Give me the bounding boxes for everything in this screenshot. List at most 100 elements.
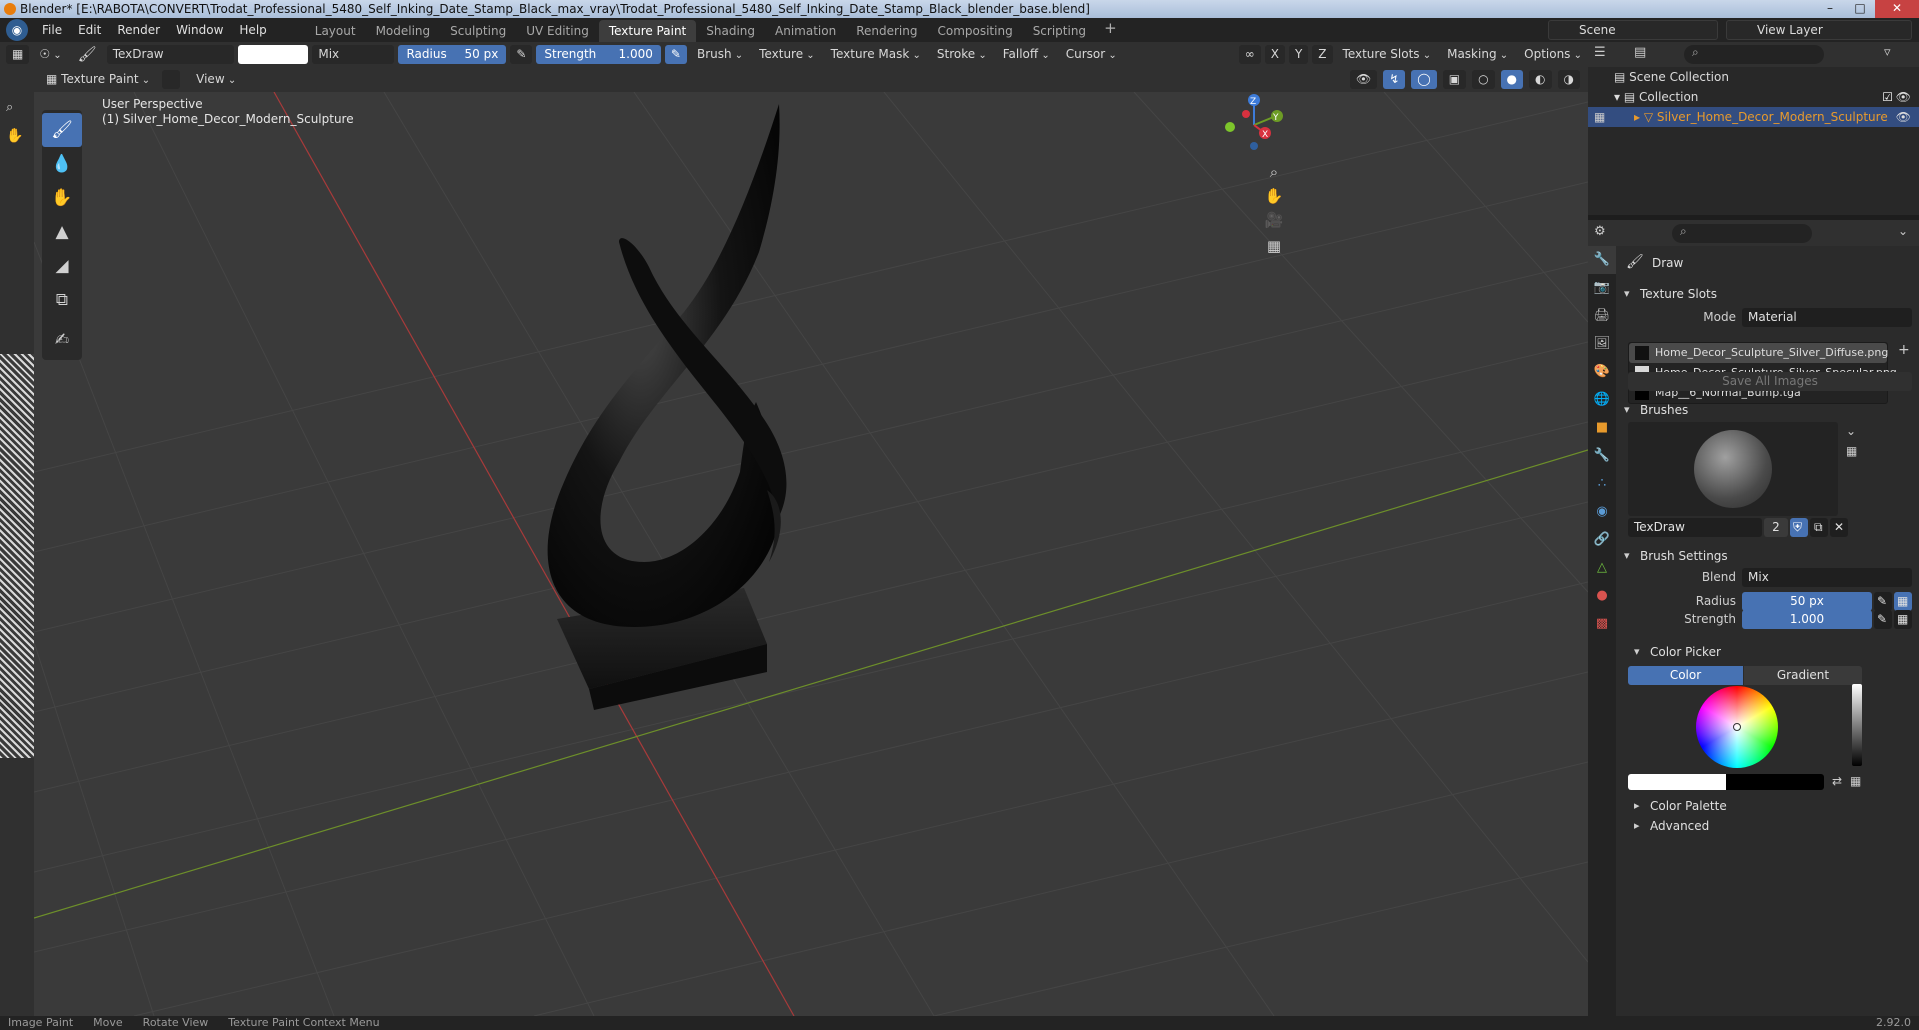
- close-button[interactable]: ✕: [1875, 0, 1919, 18]
- output-tab-icon[interactable]: 🖨: [1588, 302, 1616, 330]
- annotate-icon[interactable]: ✍: [42, 323, 82, 357]
- axis-z-toggle[interactable]: Z: [1312, 45, 1333, 64]
- masking-menu[interactable]: Masking: [1441, 45, 1514, 65]
- fill-bucket-icon[interactable]: ◢: [42, 249, 82, 283]
- cursor-menu[interactable]: Cursor: [1060, 45, 1123, 65]
- tool-options-icon[interactable]: ☉: [33, 45, 67, 65]
- visibility-icon[interactable]: 👁: [1349, 70, 1378, 89]
- properties-search-input[interactable]: [1672, 224, 1812, 243]
- hand-region-icon[interactable]: ✋: [6, 128, 23, 144]
- brush-image-icon[interactable]: ▦: [1846, 444, 1857, 458]
- secondary-color-swatch[interactable]: [1726, 774, 1824, 790]
- brush-settings-panel-header[interactable]: Brush Settings: [1616, 544, 1919, 568]
- material-tab-icon[interactable]: ●: [1588, 582, 1616, 610]
- tool-tab-icon[interactable]: 🔧: [1588, 246, 1616, 274]
- 3d-viewport[interactable]: Z Y X User Perspective (1) Silver_Home_D…: [34, 92, 1588, 1016]
- properties-editor-type-icon[interactable]: ⚙: [1594, 224, 1606, 239]
- expand-arrow-icon[interactable]: ▾: [1614, 90, 1620, 104]
- constraints-tab-icon[interactable]: 🔗: [1588, 526, 1616, 554]
- save-all-images-button[interactable]: Save All Images: [1628, 372, 1912, 391]
- menu-edit[interactable]: Edit: [70, 18, 109, 42]
- ortho-grid-icon[interactable]: ▦: [1262, 234, 1286, 258]
- radius-field[interactable]: 50 px: [1742, 592, 1872, 611]
- mode-dropdown[interactable]: Material: [1742, 308, 1912, 327]
- paint-mask-toggle[interactable]: [162, 70, 181, 89]
- scene-tab-icon[interactable]: 🎨: [1588, 358, 1616, 386]
- overlay-toggle-icon[interactable]: ◯: [1411, 70, 1437, 89]
- strength-unit-icon[interactable]: ▦: [1894, 610, 1912, 629]
- axis-x-toggle[interactable]: X: [1264, 45, 1285, 64]
- options-menu[interactable]: Options: [1518, 45, 1588, 65]
- outliner-object-row[interactable]: ▦ ▸ ▽ Silver_Home_Decor_Modern_Sculpture…: [1588, 107, 1919, 127]
- radius-unit-icon[interactable]: ▦: [1894, 592, 1912, 611]
- blend-dropdown[interactable]: Mix: [1742, 568, 1912, 587]
- filter-icon[interactable]: ▿: [1884, 45, 1891, 60]
- brush-name-field[interactable]: TexDraw: [106, 45, 234, 64]
- strength-pressure-icon[interactable]: ✎: [1874, 610, 1892, 629]
- tab-scripting[interactable]: Scripting: [1023, 20, 1096, 42]
- texture-slot-item[interactable]: Home_Decor_Sculpture_Silver_Diffuse.png: [1629, 343, 1888, 363]
- mode-dropdown[interactable]: ▦ Texture Paint: [40, 70, 156, 90]
- duplicate-brush-icon[interactable]: ⧉: [1810, 518, 1828, 537]
- tab-shading[interactable]: Shading: [696, 20, 765, 42]
- unlink-brush-icon[interactable]: ✕: [1830, 518, 1848, 537]
- color-tab[interactable]: Color: [1628, 666, 1743, 685]
- camera-view-icon[interactable]: 🎥: [1262, 208, 1286, 232]
- exclude-checkbox[interactable]: ☑: [1882, 87, 1893, 107]
- symmetry-icon[interactable]: ∞: [1238, 45, 1261, 64]
- brushes-panel-header[interactable]: Brushes: [1616, 398, 1919, 422]
- texture-menu[interactable]: Texture: [753, 45, 821, 65]
- eye-visibility-icon[interactable]: 👁: [1896, 107, 1911, 127]
- outliner-editor-type-icon[interactable]: ☰: [1594, 45, 1606, 60]
- draw-brush-icon[interactable]: 🖌: [42, 113, 82, 147]
- brush-list-dropdown-icon[interactable]: ⌄: [1846, 424, 1856, 438]
- color-unit-icon[interactable]: ▦: [1850, 774, 1861, 788]
- gizmo-toggle-icon[interactable]: ↯: [1383, 70, 1406, 89]
- tab-layout[interactable]: Layout: [305, 20, 366, 42]
- advanced-panel-header[interactable]: Advanced: [1626, 814, 1916, 838]
- tab-sculpting[interactable]: Sculpting: [440, 20, 516, 42]
- shading-solid-icon[interactable]: ●: [1500, 70, 1524, 89]
- tab-animation[interactable]: Animation: [765, 20, 846, 42]
- pan-hand-icon[interactable]: ✋: [1262, 184, 1286, 208]
- add-slot-icon[interactable]: +: [1898, 342, 1910, 358]
- strength-slider[interactable]: Strength 1.000: [536, 45, 661, 64]
- value-slider[interactable]: [1852, 684, 1862, 766]
- outliner-search-input[interactable]: [1684, 45, 1824, 64]
- soften-icon[interactable]: 💧: [42, 147, 82, 181]
- tab-rendering[interactable]: Rendering: [846, 20, 927, 42]
- strength-pressure-icon[interactable]: ✎: [664, 45, 687, 64]
- clone-stamp-icon[interactable]: ▲: [42, 215, 82, 249]
- sculpture-model[interactable]: [547, 104, 787, 710]
- texture-slots-menu[interactable]: Texture Slots: [1337, 45, 1438, 65]
- blend-mode-dropdown[interactable]: Mix: [312, 45, 395, 64]
- tab-uv-editing[interactable]: UV Editing: [516, 20, 599, 42]
- display-mode-icon[interactable]: ▤: [1634, 45, 1646, 60]
- color-wheel-cursor[interactable]: [1733, 723, 1741, 731]
- particles-tab-icon[interactable]: ∴: [1588, 470, 1616, 498]
- render-tab-icon[interactable]: 📷: [1588, 274, 1616, 302]
- texture-mask-menu[interactable]: Texture Mask: [825, 45, 927, 65]
- add-workspace-icon[interactable]: +: [1096, 19, 1125, 42]
- brush-name-field[interactable]: TexDraw: [1628, 518, 1762, 537]
- view-layer-selector[interactable]: View Layer: [1726, 20, 1912, 40]
- brush-color-swatch[interactable]: [237, 45, 309, 64]
- physics-tab-icon[interactable]: ◉: [1588, 498, 1616, 526]
- gradient-tab[interactable]: Gradient: [1744, 666, 1862, 685]
- editor-type-icon[interactable]: ▦: [6, 45, 30, 64]
- smear-icon[interactable]: ✋: [42, 181, 82, 215]
- strength-field[interactable]: 1.000: [1742, 610, 1872, 629]
- outliner-scene-collection[interactable]: ▤ Scene Collection: [1588, 67, 1919, 87]
- eye-visibility-icon[interactable]: 👁: [1896, 87, 1911, 107]
- view-layer-tab-icon[interactable]: 🖼: [1588, 330, 1616, 358]
- world-tab-icon[interactable]: 🌐: [1588, 386, 1616, 414]
- scene-selector[interactable]: Scene: [1548, 20, 1718, 40]
- fake-user-shield-icon[interactable]: ⛨: [1790, 518, 1808, 537]
- texture-tab-icon[interactable]: ▩: [1588, 610, 1616, 638]
- properties-options-icon[interactable]: ⌄: [1898, 224, 1908, 238]
- outliner-collection[interactable]: ▾ ▤ Collection ☑ 👁: [1588, 87, 1919, 107]
- brush-menu[interactable]: Brush: [691, 45, 749, 65]
- menu-file[interactable]: File: [34, 18, 70, 42]
- menu-render[interactable]: Render: [109, 18, 168, 42]
- navigation-gizmo[interactable]: Z Y X: [1225, 94, 1283, 150]
